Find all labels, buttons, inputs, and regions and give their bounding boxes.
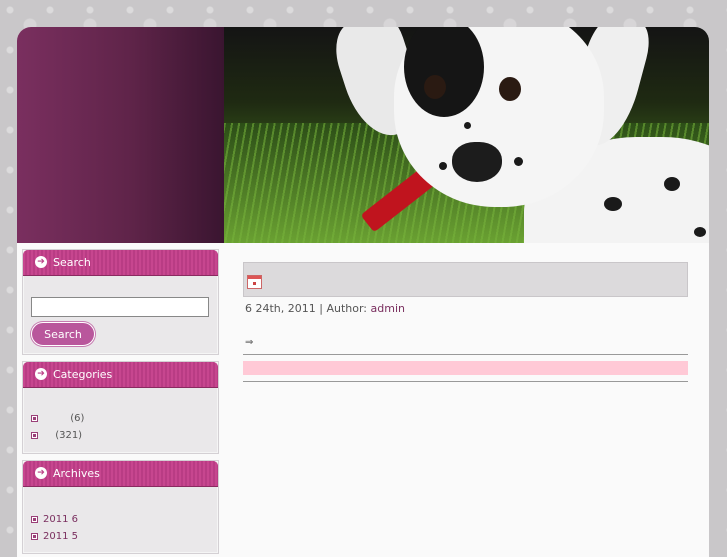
sidebar: ➔ Search Search ➔ Categories (6) (321) ➔… <box>22 249 219 557</box>
search-input[interactable] <box>31 297 209 317</box>
dog-spot <box>664 177 680 191</box>
categories-list: (6) (321) <box>31 400 210 444</box>
category-item[interactable]: (6) <box>31 410 210 427</box>
bullet-icon <box>31 432 38 439</box>
archive-item[interactable]: 2011 6 <box>31 511 210 528</box>
dog-eye-right <box>499 77 521 101</box>
category-item[interactable]: (321) <box>31 427 210 444</box>
bullet-icon <box>31 533 38 540</box>
header-dalmatian-photo <box>224 27 709 243</box>
archives-widget: ➔ Archives 2011 6 2011 5 <box>22 460 219 554</box>
header-banner <box>17 27 709 243</box>
post-arrow: ⇒ <box>245 337 254 348</box>
author-link[interactable]: admin <box>371 302 405 315</box>
search-widget-body: Search <box>23 276 218 354</box>
post-meta: 6 24th, 2011 | Author: admin <box>243 302 688 315</box>
categories-widget: ➔ Categories (6) (321) <box>22 361 219 454</box>
bullet-icon <box>31 516 38 523</box>
archives-widget-title: ➔ Archives <box>23 461 218 487</box>
dog-nose <box>452 142 502 182</box>
categories-widget-title: ➔ Categories <box>23 362 218 388</box>
categories-widget-body: (6) (321) <box>23 388 218 453</box>
archive-link[interactable]: 2011 6 <box>43 514 78 525</box>
category-count: (6) <box>70 413 85 424</box>
categories-title-text: Categories <box>53 368 113 381</box>
search-button[interactable]: Search <box>31 322 95 346</box>
dog-spot <box>514 157 523 166</box>
post-title-bar <box>243 262 688 297</box>
calendar-icon <box>247 275 262 289</box>
highlight-bar <box>243 361 688 375</box>
search-widget-title: ➔ Search <box>23 250 218 276</box>
post-date: 6 24th, 2011 | Author: <box>245 302 371 315</box>
archives-title-text: Archives <box>53 467 100 480</box>
search-title-text: Search <box>53 256 91 269</box>
page-frame: ➔ Search Search ➔ Categories (6) (321) ➔… <box>17 27 709 557</box>
divider <box>243 381 688 382</box>
dog-spot <box>439 162 447 170</box>
header-gradient-panel <box>17 27 224 243</box>
bullet-icon <box>31 415 38 422</box>
divider <box>243 354 688 355</box>
arrow-right-icon: ➔ <box>35 256 47 268</box>
dog-eye-left <box>424 75 446 99</box>
dog-spot <box>464 122 471 129</box>
arrow-right-icon: ➔ <box>35 368 47 380</box>
archives-list: 2011 6 2011 5 <box>31 501 210 545</box>
dog-spot <box>604 197 622 211</box>
category-count: (321) <box>55 430 83 441</box>
arrow-right-icon: ➔ <box>35 467 47 479</box>
main-content: 6 24th, 2011 | Author: admin ⇒ <box>243 262 688 382</box>
dog-spot <box>694 227 706 237</box>
archives-widget-body: 2011 6 2011 5 <box>23 487 218 553</box>
archive-link[interactable]: 2011 5 <box>43 531 78 542</box>
archive-item[interactable]: 2011 5 <box>31 528 210 545</box>
search-widget: ➔ Search Search <box>22 249 219 355</box>
